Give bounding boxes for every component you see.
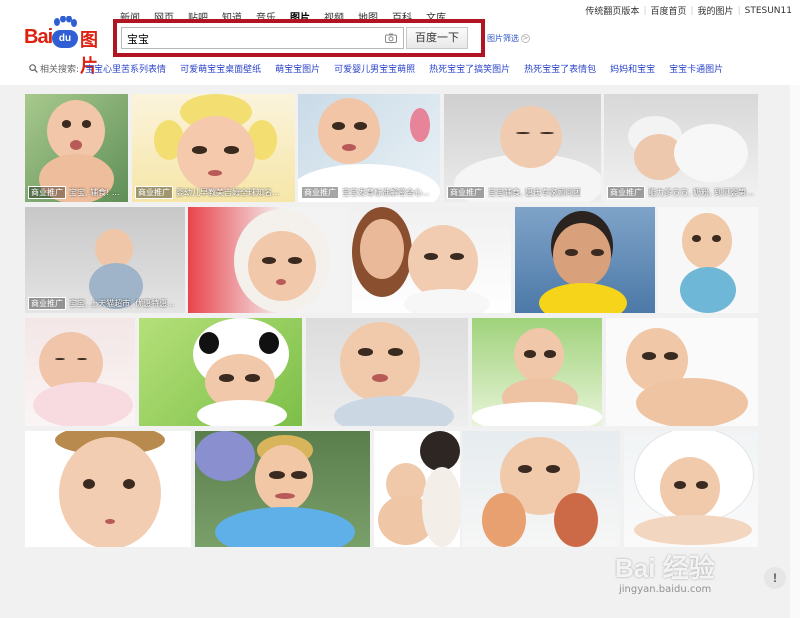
feedback-icon[interactable]: ! xyxy=(764,567,786,589)
tile-caption: 能力多方方, 奶粉, 到贝婴第4... xyxy=(648,188,755,197)
search-icon xyxy=(29,64,38,73)
baidu-images-logo[interactable]: Bai du 图片 xyxy=(24,16,114,76)
image-tile[interactable] xyxy=(515,207,655,313)
image-tile[interactable] xyxy=(374,431,460,547)
image-filter-link[interactable]: 图片筛选 > xyxy=(487,33,530,44)
logo-bai-text: Bai xyxy=(24,26,53,48)
baidu-home-link[interactable]: 百度首页 xyxy=(650,4,686,17)
ad-badge: 商业推广 xyxy=(28,297,66,310)
image-tile[interactable]: 商业推广 宝宝, 辅食! ... xyxy=(25,94,128,202)
tile-caption: 婴幼儿早教美吉姆全球知名... xyxy=(176,188,280,197)
tile-caption: 宝宝, 上天猫超市, 优惠特惠... xyxy=(69,299,175,308)
image-tile[interactable]: 商业推广 宝宝, 上天猫超市, 优惠特惠... xyxy=(25,207,185,313)
image-tile[interactable]: 商业推广 宝宝发育标准解密全心... xyxy=(298,94,440,202)
classic-version-link[interactable]: 传统翻页版本 xyxy=(585,4,639,17)
image-tile[interactable] xyxy=(606,318,758,426)
image-tile[interactable]: 商业推广 宝宝辅食, 惠氏专家顾问团 xyxy=(444,94,601,202)
tile-tag: 商业推广 宝宝辅食, 惠氏专家顾问团 xyxy=(447,186,598,199)
tile-caption: 宝宝辅食, 惠氏专家顾问团 xyxy=(488,188,582,197)
scroll-area xyxy=(790,85,800,618)
separator: | xyxy=(643,5,647,16)
image-tile[interactable] xyxy=(472,318,602,426)
my-images-link[interactable]: 我的图片 xyxy=(698,4,734,17)
tile-tag: 商业推广 宝宝, 辅食! ... xyxy=(28,186,125,199)
image-tile[interactable] xyxy=(462,431,620,547)
image-tile[interactable] xyxy=(188,207,348,313)
tile-caption: 宝宝, 辅食! ... xyxy=(69,188,120,197)
ad-badge: 商业推广 xyxy=(28,186,66,199)
related-item[interactable]: 可爱萌宝宝桌面壁纸 xyxy=(180,62,261,75)
related-item[interactable]: 妈妈和宝宝 xyxy=(610,62,655,75)
related-label-text: 相关搜索: xyxy=(40,65,80,75)
camera-icon[interactable] xyxy=(385,33,397,43)
ad-badge: 商业推广 xyxy=(135,186,173,199)
tile-tag: 商业推广 宝宝发育标准解密全心... xyxy=(301,186,437,199)
baidu-jingyan-watermark: Bai 经验 jingyan.baidu.com xyxy=(615,536,765,606)
image-tile[interactable] xyxy=(195,431,370,547)
watermark-logo: Bai 经验 xyxy=(615,553,715,583)
image-tile[interactable]: 商业推广 能力多方方, 奶粉, 到贝婴第4... xyxy=(604,94,758,202)
related-item[interactable]: 宝宝心里苦系列表情 xyxy=(85,62,166,75)
tile-tag: 商业推广 宝宝, 上天猫超市, 优惠特惠... xyxy=(28,297,182,310)
image-tile[interactable] xyxy=(139,318,302,426)
image-tile[interactable] xyxy=(25,318,135,426)
related-searches: 相关搜索: 宝宝心里苦系列表情 可爱萌宝宝桌面壁纸 萌宝宝图片 可爱婴儿男宝宝萌… xyxy=(29,62,737,75)
search-input[interactable] xyxy=(122,29,372,49)
related-item[interactable]: 宝宝卡通图片 xyxy=(669,62,723,75)
chevron-right-icon: > xyxy=(521,34,530,43)
separator: | xyxy=(690,5,694,16)
search-button[interactable]: 百度一下 xyxy=(406,27,468,49)
tile-tag: 商业推广 婴幼儿早教美吉姆全球知名... xyxy=(135,186,292,199)
ad-badge: 商业推广 xyxy=(301,186,339,199)
image-tile[interactable] xyxy=(25,431,191,547)
image-tile[interactable] xyxy=(352,207,511,313)
tile-caption: 宝宝发育标准解密全心... xyxy=(342,188,430,197)
tile-tag: 商业推广 能力多方方, 奶粉, 到贝婴第4... xyxy=(607,186,755,199)
related-item[interactable]: 萌宝宝图片 xyxy=(275,62,320,75)
search-box[interactable] xyxy=(121,27,404,49)
ad-badge: 商业推广 xyxy=(607,186,645,199)
image-filter-label: 图片筛选 xyxy=(487,34,519,43)
image-tile[interactable] xyxy=(658,207,758,313)
ad-badge: 商业推广 xyxy=(447,186,485,199)
related-item[interactable]: 热死宝宝了搞笑图片 xyxy=(429,62,510,75)
image-tile[interactable] xyxy=(624,431,758,547)
logo-du-text: du xyxy=(52,30,78,48)
watermark-url: jingyan.baidu.com xyxy=(619,584,712,595)
related-item[interactable]: 可爱婴儿男宝宝萌照 xyxy=(334,62,415,75)
image-tile[interactable] xyxy=(306,318,468,426)
related-item[interactable]: 热死宝宝了表情包 xyxy=(524,62,596,75)
user-name-link[interactable]: STESUN11 xyxy=(745,6,792,16)
image-tile[interactable]: 商业推广 婴幼儿早教美吉姆全球知名... xyxy=(132,94,295,202)
top-links: 传统翻页版本 | 百度首页 | 我的图片 | STESUN11 xyxy=(585,4,792,18)
related-label: 相关搜索: xyxy=(29,62,79,75)
separator: | xyxy=(737,5,741,16)
